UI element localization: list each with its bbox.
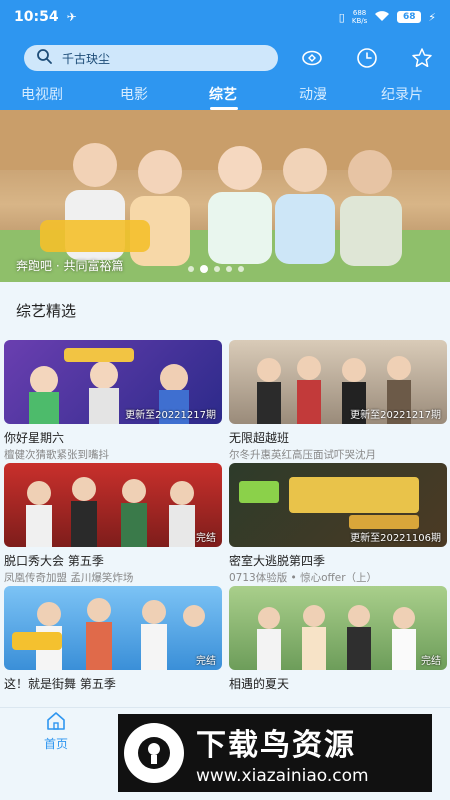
watermark-overlay: 下载鸟资源 www.xiazainiao.com xyxy=(118,714,432,792)
card-subtitle: 尔冬升惠英红高压面试吓哭沈月 xyxy=(229,449,376,461)
network-speed-value: 688 xyxy=(352,9,367,17)
network-speed-unit: KB/s xyxy=(351,17,368,25)
video-card[interactable]: 更新至20221217期 无限超越班 尔冬升惠英红高压面试吓哭沈月 xyxy=(229,340,447,462)
episode-badge: 更新至20221217期 xyxy=(350,410,441,421)
video-card[interactable]: 更新至20221217期 你好星期六 檀健次猜歌紧张到嘴抖 xyxy=(4,340,222,462)
battery-icon: 68 xyxy=(397,11,422,23)
watermark-url: www.xiazainiao.com xyxy=(196,766,369,786)
top-header: 千古玦尘 电视剧 电影 综艺 动漫 纪录片 xyxy=(0,34,450,110)
vibrate-icon: ▯ xyxy=(338,10,345,24)
card-subtitle: 檀健次猜歌紧张到嘴抖 xyxy=(4,449,109,461)
tab-movies[interactable]: 电影 xyxy=(120,84,148,104)
video-thumbnail: 更新至20221106期 xyxy=(229,463,447,547)
screen-cast-icon[interactable] xyxy=(299,45,325,71)
video-thumbnail: 完结 xyxy=(229,586,447,670)
favorite-star-icon[interactable] xyxy=(409,45,435,71)
status-right: ▯ 688 KB/s 68 ⚡ xyxy=(339,9,436,25)
tab-variety[interactable]: 综艺 xyxy=(209,84,237,104)
tab-tv-series[interactable]: 电视剧 xyxy=(21,84,63,104)
card-subtitle: 凤凰传奇加盟 孟川爆笑炸场 xyxy=(4,572,134,584)
episode-badge: 完结 xyxy=(196,656,216,667)
banner-dot-active[interactable] xyxy=(200,265,208,273)
video-card[interactable]: 完结 脱口秀大会 第五季 凤凰传奇加盟 孟川爆笑炸场 xyxy=(4,463,222,585)
network-speed: 688 KB/s xyxy=(352,9,367,25)
home-icon xyxy=(47,712,65,730)
video-card[interactable]: 更新至20221106期 密室大逃脱第四季 0713体验版 • 惊心offer（… xyxy=(229,463,447,585)
search-icon xyxy=(36,48,52,68)
video-thumbnail: 完结 xyxy=(4,586,222,670)
card-title: 相遇的夏天 xyxy=(229,677,290,691)
watermark-title: 下载鸟资源 xyxy=(196,728,356,763)
video-card[interactable]: 完结 这！就是街舞 第五季 xyxy=(4,586,222,693)
section-title: 综艺精选 xyxy=(16,302,77,320)
status-bar: 10:54 ✈ ▯ 688 KB/s 68 ⚡ xyxy=(0,0,450,34)
card-title: 密室大逃脱第四季 xyxy=(229,554,326,568)
banner-dot[interactable] xyxy=(226,266,232,272)
tab-documentary[interactable]: 纪录片 xyxy=(381,84,423,104)
episode-badge: 更新至20221217期 xyxy=(125,410,216,421)
banner-pagination xyxy=(188,265,244,273)
episode-badge: 完结 xyxy=(421,656,441,667)
card-title: 这！就是街舞 第五季 xyxy=(4,677,116,691)
signal-icon: ✈ xyxy=(66,10,77,24)
nav-home-label: 首页 xyxy=(43,737,68,751)
episode-badge: 完结 xyxy=(196,533,216,544)
video-thumbnail: 更新至20221217期 xyxy=(229,340,447,424)
watermark-text: 下载鸟资源 www.xiazainiao.com xyxy=(196,720,369,786)
category-tabs: 电视剧 电影 综艺 动漫 纪录片 xyxy=(0,80,450,110)
card-title: 无限超越班 xyxy=(229,431,290,445)
status-time: 10:54 xyxy=(14,9,59,25)
episode-badge: 更新至20221106期 xyxy=(350,533,441,544)
charging-icon: ⚡ xyxy=(428,10,436,24)
banner-dot[interactable] xyxy=(188,266,194,272)
search-input[interactable]: 千古玦尘 xyxy=(62,50,110,67)
card-title: 脱口秀大会 第五季 xyxy=(4,554,104,568)
bird-logo-icon xyxy=(124,723,184,783)
history-icon[interactable] xyxy=(354,45,380,71)
tab-anime[interactable]: 动漫 xyxy=(299,84,327,104)
banner-caption: 奔跑吧 · 共同富裕篇 xyxy=(16,259,124,273)
card-subtitle: 0713体验版 • 惊心offer（上） xyxy=(229,572,378,584)
video-thumbnail: 完结 xyxy=(4,463,222,547)
card-title: 你好星期六 xyxy=(4,431,65,445)
featured-banner[interactable]: 奔跑吧 · 共同富裕篇 xyxy=(0,110,450,282)
search-box[interactable]: 千古玦尘 xyxy=(24,45,278,71)
banner-dot[interactable] xyxy=(238,266,244,272)
nav-home[interactable]: 首页 xyxy=(38,710,74,752)
wifi-icon xyxy=(374,10,390,25)
video-thumbnail: 更新至20221217期 xyxy=(4,340,222,424)
video-card[interactable]: 完结 相遇的夏天 xyxy=(229,586,447,693)
banner-dot[interactable] xyxy=(214,266,220,272)
